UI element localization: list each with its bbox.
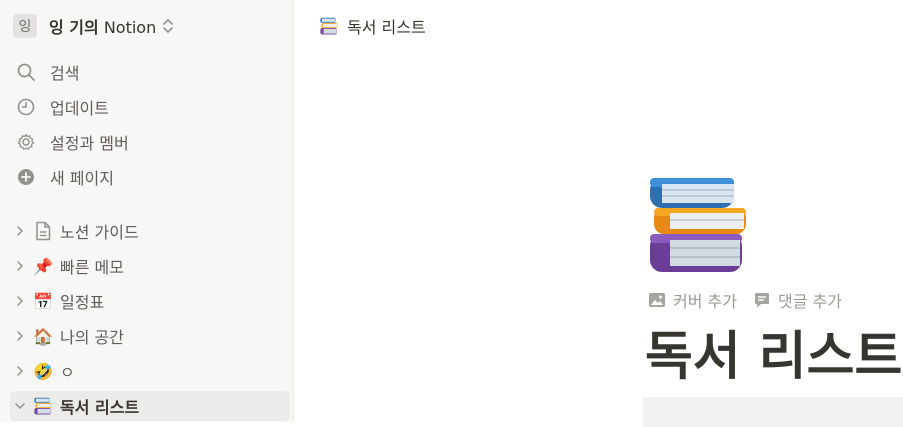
gear-icon: [14, 130, 38, 154]
nav-new-page-label: 새 페이지: [50, 169, 114, 188]
nav-search[interactable]: 검색: [14, 58, 79, 86]
sidebar-page-schedule[interactable]: 📅 일정표: [10, 286, 290, 316]
content-block: [643, 397, 903, 427]
plus-circle-icon: [14, 165, 38, 189]
calendar-icon: 📅: [33, 291, 53, 311]
chevron-right-icon[interactable]: [10, 256, 30, 276]
sidebar-page-quick-memo[interactable]: 📌 빠른 메모: [10, 251, 290, 281]
sidebar-page-notion-guide[interactable]: 노션 가이드: [10, 216, 290, 246]
nav-settings[interactable]: 설정과 멤버: [14, 128, 129, 156]
sidebar-page-reading-list[interactable]: 독서 리스트: [10, 391, 290, 421]
nav-search-label: 검색: [50, 64, 80, 83]
sidebar: 잉 잉 기의 Notion 검색 업데이트 설정과 멤버 새 페이지 노션 가이…: [0, 0, 294, 422]
search-icon: [14, 60, 38, 84]
image-icon: [648, 291, 666, 309]
workspace-name: 잉 기의 Notion: [49, 14, 156, 38]
sidebar-page-label: 나의 공간: [60, 328, 124, 347]
add-cover-label: 커버 추가: [673, 292, 737, 311]
nav-updates[interactable]: 업데이트: [14, 93, 109, 121]
sidebar-page-label: 일정표: [60, 293, 105, 312]
sidebar-page-label: 독서 리스트: [60, 398, 140, 417]
sidebar-page-label: ㅇ: [60, 363, 75, 382]
nav-settings-label: 설정과 멤버: [50, 134, 129, 153]
page-title[interactable]: 독서 리스트: [645, 314, 902, 389]
workspace-name-prefix: 잉 기의: [49, 18, 99, 37]
chevron-right-icon[interactable]: [10, 221, 30, 241]
sidebar-page-label: 빠른 메모: [60, 258, 124, 277]
nav-updates-label: 업데이트: [50, 99, 109, 118]
laughing-face-icon: 🤣: [33, 361, 53, 381]
page-actions: 커버 추가 댓글 추가: [648, 288, 842, 312]
workspace-avatar: 잉: [13, 14, 37, 38]
nav-new-page[interactable]: 새 페이지: [14, 163, 114, 191]
clock-icon: [14, 95, 38, 119]
workspace-name-suffix: Notion: [98, 18, 157, 37]
sidebar-page-label: 노션 가이드: [60, 223, 139, 242]
chevron-right-icon[interactable]: [10, 361, 30, 381]
chevron-updown-icon: [162, 18, 174, 34]
add-cover-button[interactable]: 커버 추가: [648, 288, 737, 312]
sidebar-page-o[interactable]: 🤣 ㅇ: [10, 356, 290, 386]
comment-icon: [753, 291, 771, 309]
workspace-switcher[interactable]: 잉 잉 기의 Notion: [13, 13, 174, 39]
chevron-down-icon[interactable]: [10, 396, 30, 416]
chevron-right-icon[interactable]: [10, 326, 30, 346]
books-icon: [32, 395, 54, 417]
page-icon-books[interactable]: [648, 176, 748, 272]
house-icon: 🏠: [33, 326, 53, 346]
breadcrumb-label: 독서 리스트: [347, 18, 426, 37]
add-comment-button[interactable]: 댓글 추가: [753, 288, 842, 312]
chevron-right-icon[interactable]: [10, 291, 30, 311]
books-icon: [320, 17, 338, 35]
pushpin-icon: 📌: [33, 256, 53, 276]
document-icon: [32, 220, 54, 242]
breadcrumb[interactable]: 독서 리스트: [320, 13, 426, 39]
sidebar-page-my-space[interactable]: 🏠 나의 공간: [10, 321, 290, 351]
add-comment-label: 댓글 추가: [777, 292, 842, 311]
